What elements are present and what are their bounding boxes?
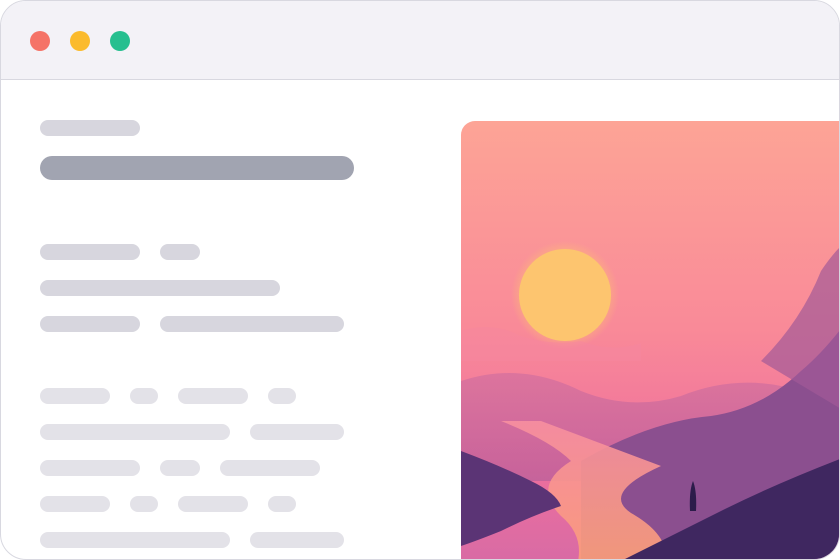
text-line-placeholder <box>220 460 320 476</box>
text-line-placeholder <box>250 532 344 548</box>
text-line-placeholder <box>268 388 296 404</box>
text-line-placeholder <box>40 460 140 476</box>
text-line-placeholder <box>250 424 344 440</box>
title-placeholder <box>40 156 354 180</box>
browser-window <box>0 0 840 560</box>
text-line-placeholder <box>130 496 158 512</box>
text-line-placeholder <box>40 316 140 332</box>
text-line-placeholder <box>40 424 230 440</box>
hero-image <box>461 121 839 559</box>
zoom-button[interactable] <box>110 31 130 51</box>
close-button[interactable] <box>30 31 50 51</box>
text-line-placeholder <box>130 388 158 404</box>
text-line-placeholder <box>40 496 110 512</box>
text-line-placeholder <box>40 244 140 260</box>
text-line-placeholder <box>40 388 110 404</box>
minimize-button[interactable] <box>70 31 90 51</box>
text-line-placeholder <box>160 244 200 260</box>
eyebrow-placeholder <box>40 120 140 136</box>
text-line-placeholder <box>178 388 248 404</box>
text-line-placeholder <box>160 460 200 476</box>
sunset-landscape-illustration <box>461 121 839 559</box>
text-line-placeholder <box>268 496 296 512</box>
title-bar <box>1 1 839 80</box>
text-line-placeholder <box>160 316 344 332</box>
text-line-placeholder <box>178 496 248 512</box>
text-line-placeholder <box>40 280 280 296</box>
text-line-placeholder <box>40 532 230 548</box>
